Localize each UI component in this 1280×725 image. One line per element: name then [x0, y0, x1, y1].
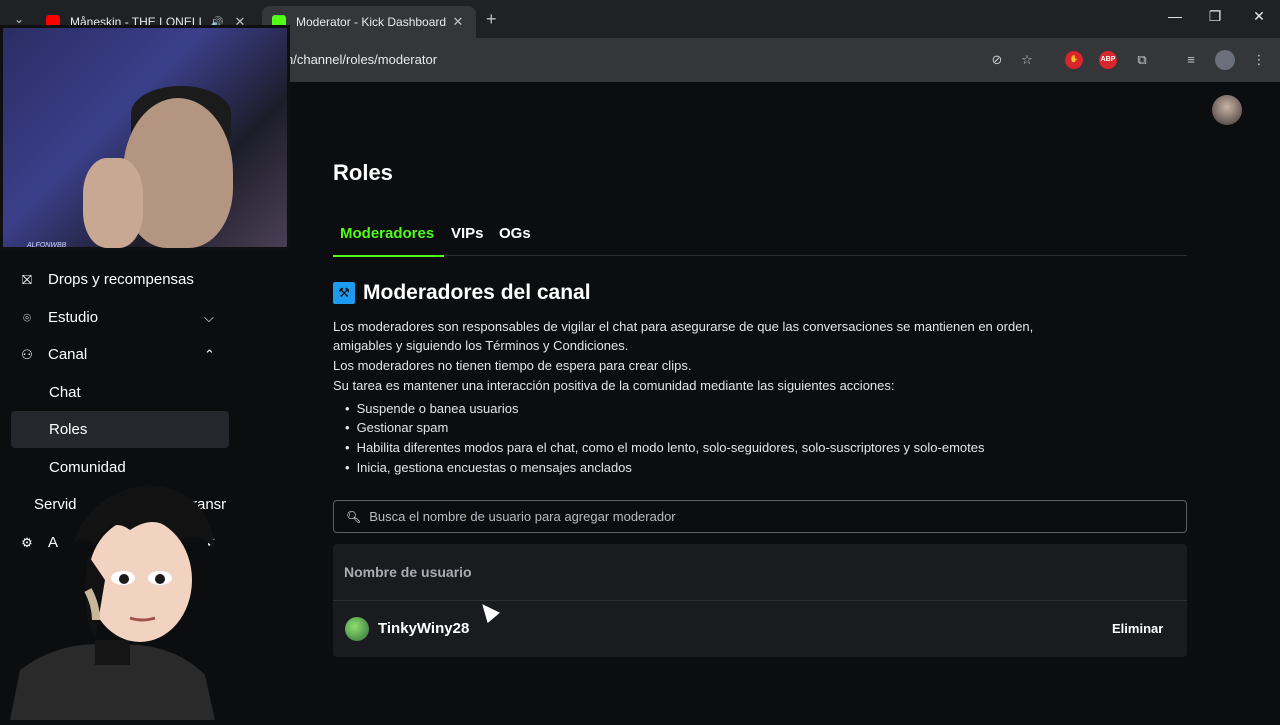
- sidebar-item-label: Drops y recompensas: [48, 271, 194, 288]
- description-line: amigables y siguiendo los Términos y Con…: [333, 338, 629, 353]
- remove-button[interactable]: Eliminar: [1104, 617, 1171, 641]
- sidebar-item-label: Roles: [49, 421, 88, 438]
- sidebar-item-roles[interactable]: Roles: [49, 421, 87, 438]
- user-avatar-icon: [345, 617, 369, 641]
- webcam-watermark: ALFONWBB: [27, 242, 67, 249]
- studio-icon: ⌾: [23, 309, 31, 325]
- search-icon: 🔍︎: [346, 509, 362, 524]
- search-input[interactable]: [369, 509, 1174, 524]
- sidebar-item-label: Chat: [49, 384, 81, 401]
- section-heading: ⚒ Moderadores del canal: [333, 281, 591, 305]
- sidebar-item-label: Canal: [48, 346, 88, 363]
- sidebar-item-drops[interactable]: ⛝ Drops y recompensas: [18, 271, 194, 288]
- vtuber-avatar-overlay: [0, 470, 240, 720]
- bullet-item: Gestionar spam: [345, 420, 449, 435]
- adblock-icon[interactable]: ABP: [1099, 51, 1117, 69]
- bullet-item: Habilita diferentes modos para el chat, …: [345, 440, 985, 455]
- hammer-icon: ⚒: [333, 282, 355, 304]
- table-header: Nombre de usuario: [333, 544, 1187, 601]
- chevron-up-icon: ⌃: [204, 346, 215, 362]
- webcam-hand: [83, 158, 143, 248]
- address-bar[interactable]: n/channel/roles/moderator: [286, 52, 437, 67]
- camera-off-icon[interactable]: ⊘: [987, 50, 1007, 70]
- sidebar-item-chat[interactable]: Chat: [49, 384, 81, 401]
- gift-icon: ⛝: [22, 271, 32, 287]
- sidebar-item-label: Estudio: [48, 309, 99, 326]
- channel-icon: ⚇: [21, 346, 33, 362]
- moderator-search-field[interactable]: 🔍︎: [333, 500, 1187, 533]
- description-line: Los moderadores son responsables de vigi…: [333, 319, 1034, 334]
- puzzle-icon[interactable]: ⧉: [1132, 50, 1152, 70]
- profile-avatar-icon[interactable]: [1215, 50, 1235, 70]
- more-menu-icon[interactable]: ⋮: [1249, 50, 1269, 70]
- close-tab-icon[interactable]: ✕: [450, 14, 466, 30]
- roles-tabs: Moderadores VIPs OGs: [333, 222, 1187, 257]
- tab-vips[interactable]: VIPs: [451, 225, 484, 242]
- webcam-overlay: ALFONWBB: [0, 25, 290, 250]
- sidebar-item-estudio[interactable]: ⌾ Estudio ⌵: [18, 309, 214, 326]
- chevron-down-icon: ⌵: [204, 309, 214, 325]
- section-title: Moderadores del canal: [363, 281, 591, 304]
- page-title: Roles: [333, 160, 393, 185]
- bullet-item: Suspende o banea usuarios: [345, 401, 519, 416]
- column-username: Nombre de usuario: [344, 564, 472, 580]
- description-line: Su tarea es mantener una interacción pos…: [333, 378, 895, 393]
- table-row: TinkyWiny28 Eliminar: [333, 601, 1187, 657]
- vtuber-avatar-illustration: [10, 485, 215, 720]
- star-icon[interactable]: ☆: [1017, 50, 1037, 70]
- moderators-table: Nombre de usuario TinkyWiny28 Eliminar: [333, 544, 1187, 657]
- extension-hand-icon[interactable]: ✋: [1065, 51, 1083, 69]
- new-tab-icon[interactable]: +: [486, 9, 497, 30]
- bullet-item: Inicia, gestiona encuestas o mensajes an…: [345, 460, 632, 475]
- user-avatar[interactable]: [1212, 95, 1242, 125]
- close-window-icon[interactable]: ✕: [1244, 8, 1274, 25]
- tab-moderadores[interactable]: Moderadores: [340, 225, 434, 242]
- active-tab-indicator: [333, 255, 444, 257]
- description-line: Los moderadores no tienen tiempo de espe…: [333, 358, 692, 373]
- active-nav-highlight: [11, 411, 229, 448]
- restore-icon[interactable]: ❐: [1200, 8, 1230, 25]
- media-queue-icon[interactable]: ≡: [1181, 50, 1201, 70]
- username[interactable]: TinkyWiny28: [378, 620, 469, 637]
- tab-ogs[interactable]: OGs: [499, 225, 531, 242]
- sidebar-item-canal[interactable]: ⚇ Canal ⌃: [18, 346, 215, 363]
- tab-title: Moderator - Kick Dashboard: [296, 15, 447, 29]
- browser-tab-kick[interactable]: Moderator - Kick Dashboard ✕: [262, 6, 476, 38]
- minimize-icon[interactable]: —: [1160, 8, 1190, 24]
